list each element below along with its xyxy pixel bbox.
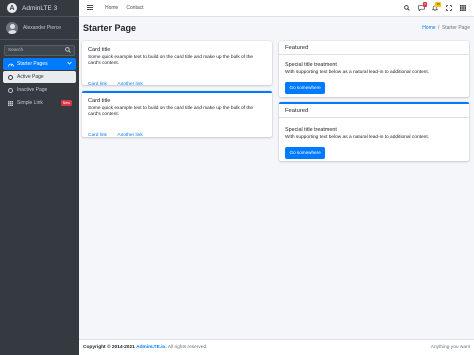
sidebar-item-label: Inactive Page [17, 87, 48, 93]
circle-icon [7, 74, 14, 80]
card-header: Featured [279, 104, 469, 118]
sidebar-item-simple-link[interactable]: Simple Link New [3, 97, 76, 109]
footer-right-text: Anything you want [430, 345, 470, 350]
th-icon [7, 100, 14, 106]
card-title: Card title [88, 98, 111, 104]
grid-icon[interactable] [456, 4, 470, 13]
card-right-1: Featured Special title treatment With su… [279, 41, 469, 97]
breadcrumb: Home / Starter Page [422, 25, 470, 31]
sidebar-nav: Starter Pages Active Page Inactive Page … [0, 58, 79, 109]
go-somewhere-button[interactable]: Go somewhere [285, 81, 326, 94]
sidebar-search-placeholder: Search [8, 48, 24, 53]
another-link[interactable]: Another link [117, 82, 142, 87]
messages-badge: 3 [422, 1, 427, 7]
card-text: With supporting text below as a natural … [285, 70, 429, 75]
navbar-right: 3 15 [400, 0, 470, 17]
brand-text: AdminLTE 3 [22, 4, 58, 12]
user-name[interactable]: Alexander Pierce [23, 25, 61, 31]
user-panel[interactable]: Alexander Pierce [0, 17, 79, 40]
messages-icon[interactable]: 3 [414, 1, 428, 13]
sidebar-item-label: Simple Link [17, 100, 43, 106]
content-header: Starter Page Home / Starter Page [79, 17, 474, 39]
bell-icon[interactable]: 15 [428, 1, 442, 13]
chevron-down-icon [67, 61, 72, 67]
top-navbar: Home Contact 3 15 [79, 0, 474, 17]
new-badge: New [60, 100, 72, 106]
card-left-1: Card title Some quick example text to bu… [82, 41, 272, 87]
sidebar-item-active-page[interactable]: Active Page [3, 71, 76, 83]
card-header: Featured [279, 41, 469, 55]
card-title: Special title treatment [285, 127, 337, 133]
nav-link-home[interactable]: Home [105, 5, 118, 11]
sidebar-item-label: Active Page [17, 74, 44, 80]
expand-icon[interactable] [442, 4, 456, 13]
search-icon[interactable] [400, 4, 414, 13]
sidebar-search-input[interactable]: Search [4, 45, 75, 56]
card-text: Some quick example text to build on the … [88, 55, 254, 66]
breadcrumb-current: Starter Page [441, 25, 470, 31]
nav-link-contact[interactable]: Contact [126, 5, 143, 11]
page-title: Starter Page [83, 23, 137, 33]
main-footer: Copyright © 2014-2021 AdminLTE.io. All r… [79, 339, 474, 355]
card-text: Some quick example text to build on the … [88, 106, 254, 117]
brand-link[interactable]: A AdminLTE 3 [0, 0, 79, 17]
footer-suffix: All rights reserved. [167, 345, 208, 350]
footer-copyright-prefix: Copyright © 2014-2021 [83, 345, 135, 350]
tachometer-icon [7, 62, 14, 67]
card-right-2: Featured Special title treatment With su… [279, 102, 469, 161]
card-title: Special title treatment [285, 62, 337, 68]
go-somewhere-button[interactable]: Go somewhere [285, 146, 326, 159]
card-link[interactable]: Card link [88, 133, 107, 138]
brand-logo-icon: A [7, 3, 17, 13]
breadcrumb-separator: / [438, 25, 440, 31]
breadcrumb-home-link[interactable]: Home [422, 25, 435, 31]
card-text: With supporting text below as a natural … [285, 135, 429, 140]
sidebar-item-starter-pages[interactable]: Starter Pages [3, 58, 76, 70]
menu-toggle-icon[interactable] [83, 4, 97, 12]
main-sidebar: A AdminLTE 3 Alexander Pierce Search Sta… [0, 0, 79, 355]
another-link[interactable]: Another link [117, 133, 142, 138]
search-icon[interactable] [65, 46, 71, 55]
avatar [6, 22, 18, 34]
card-left-2: Card title Some quick example text to bu… [82, 91, 272, 138]
footer-link[interactable]: AdminLTE.io. [136, 345, 167, 350]
card-title: Card title [88, 47, 111, 53]
sidebar-item-label: Starter Pages [17, 61, 48, 67]
sidebar-item-inactive-page[interactable]: Inactive Page [3, 84, 76, 96]
card-link[interactable]: Card link [88, 82, 107, 87]
notifications-badge: 15 [435, 1, 441, 7]
footer-copyright: Copyright © 2014-2021 AdminLTE.io. All r… [83, 345, 208, 350]
circle-icon [7, 87, 14, 93]
